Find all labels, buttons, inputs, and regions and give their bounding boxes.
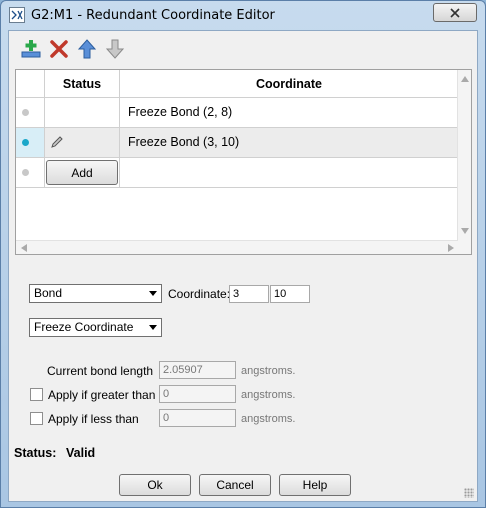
status-cell: Add [44,158,120,187]
dialog-client: Status Coordinate Freeze Bond (2, 8) Fre… [8,30,478,502]
status-cell[interactable] [44,128,120,157]
dialog-window: G2:M1 - Redundant Coordinate Editor Stat… [0,0,486,508]
current-length-unit: angstroms. [241,365,296,377]
indicator-header [16,70,44,98]
toolbar [15,35,215,63]
row-marker-icon [22,169,29,176]
status-cell[interactable] [44,98,120,127]
move-down-icon [105,39,125,59]
coordinate-cell[interactable]: Freeze Bond (2, 8) [120,98,458,127]
atom1-field[interactable]: 3 [229,285,269,303]
pencil-icon [51,136,63,148]
move-up-icon [77,39,97,59]
window-title: G2:M1 - Redundant Coordinate Editor [31,8,275,23]
row-indicator[interactable] [16,98,44,127]
coordinate-cell[interactable]: Freeze Bond (3, 10) [120,128,458,157]
row-marker-icon [22,109,29,116]
row-indicator[interactable] [16,158,44,187]
close-button[interactable] [433,3,477,22]
cancel-button[interactable]: Cancel [199,474,271,496]
scroll-down-icon[interactable] [461,228,469,234]
apply-greater-checkbox[interactable] [30,388,43,401]
greater-than-unit: angstroms. [241,389,296,401]
coordinate-label: Coordinate: [168,287,231,301]
delete-icon [50,40,68,58]
apply-less-label[interactable]: Apply if less than [48,412,139,426]
scroll-right-icon[interactable] [448,244,454,252]
row-indicator[interactable] [16,128,44,157]
help-button[interactable]: Help [279,474,351,496]
title-bar[interactable]: G2:M1 - Redundant Coordinate Editor [1,1,485,29]
status-value: Valid [66,446,96,460]
resize-grip-icon[interactable] [464,488,474,498]
table-row[interactable]: Freeze Bond (3, 10) [16,128,458,158]
less-than-field: 0 [159,409,236,427]
coordinate-cell[interactable] [120,158,458,187]
apply-greater-label[interactable]: Apply if greater than [48,388,155,402]
coordinate-grid: Status Coordinate Freeze Bond (2, 8) Fre… [15,69,472,255]
less-than-unit: angstroms. [241,413,296,425]
add-coordinate-icon [21,40,41,58]
chevron-down-icon [149,291,157,296]
move-up-button[interactable] [75,37,99,61]
coordinate-type-value: Bond [34,286,63,300]
app-icon [9,7,25,23]
delete-button[interactable] [47,37,71,61]
atom2-field[interactable]: 10 [270,285,310,303]
action-value: Freeze Coordinate [34,320,134,334]
status-column-header[interactable]: Status [44,70,120,98]
coordinate-type-select[interactable]: Bond [29,284,162,303]
scroll-left-icon[interactable] [21,244,27,252]
apply-less-checkbox[interactable] [30,412,43,425]
horizontal-scrollbar[interactable] [16,240,458,254]
current-length-field: 2.05907 [159,361,236,379]
scroll-up-icon[interactable] [461,76,469,82]
greater-than-field: 0 [159,385,236,403]
close-icon [450,7,460,18]
add-coordinate-button[interactable] [19,37,43,61]
row-marker-icon [22,139,29,146]
current-length-label: Current bond length [47,364,154,378]
vertical-scrollbar[interactable] [457,70,471,254]
ok-button[interactable]: Ok [119,474,191,496]
status-label: Status: [14,446,57,460]
table-row[interactable]: Add [16,158,458,188]
move-down-button[interactable] [103,37,127,61]
coordinate-column-header[interactable]: Coordinate [120,70,458,98]
chevron-down-icon [149,325,157,330]
table-row[interactable]: Freeze Bond (2, 8) [16,98,458,128]
add-row-button[interactable]: Add [46,160,118,185]
action-select[interactable]: Freeze Coordinate [29,318,162,337]
